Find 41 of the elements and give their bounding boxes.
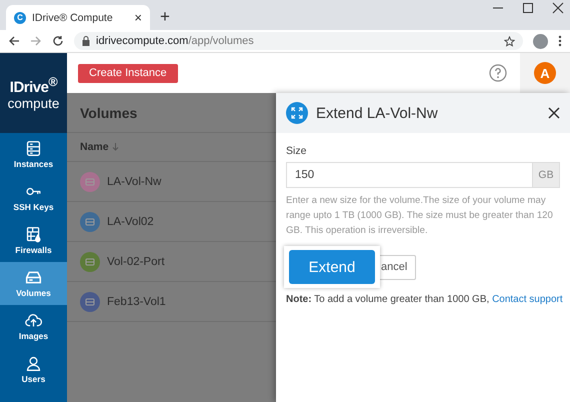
- close-icon[interactable]: [552, 2, 564, 14]
- logo-brand: IDrive$^{®}$: [10, 75, 58, 96]
- close-tab-button[interactable]: ×: [134, 10, 142, 25]
- browser-tab[interactable]: C IDrive® Compute ×: [6, 5, 150, 30]
- favicon: C: [14, 12, 26, 24]
- url-text: idrivecompute.com/app/volumes: [96, 35, 255, 47]
- create-instance-button[interactable]: Create Instance: [78, 64, 178, 82]
- sidebar-item[interactable]: Firewalls: [0, 219, 67, 262]
- help-text: Enter a new size for the volume.The size of your volume may range upto 1 TB (1000 GB). The size must be greater than 120 GB. This operation is irreversible.: [286, 194, 554, 238]
- sidebar-item[interactable]: Users: [0, 348, 67, 391]
- help-icon[interactable]: [489, 64, 507, 82]
- sidebar-item[interactable]: Volumes: [0, 262, 67, 305]
- cancel-button[interactable]: ancel: [380, 254, 416, 280]
- firewall-icon: [25, 226, 42, 243]
- sidebar-item[interactable]: Images: [0, 305, 67, 348]
- close-button[interactable]: [548, 107, 560, 119]
- extend-button[interactable]: Extend: [289, 250, 375, 284]
- profile-avatar[interactable]: [533, 34, 548, 48]
- expand-icon: [286, 102, 308, 124]
- field-label: Size: [286, 145, 308, 157]
- contact-support-link[interactable]: Contact support: [492, 294, 563, 305]
- lock-icon: [82, 36, 90, 46]
- reload-icon[interactable]: [52, 35, 64, 47]
- user-icon: [25, 355, 42, 372]
- unit-suffix: GB: [532, 162, 560, 188]
- maximize-icon[interactable]: [522, 2, 534, 14]
- new-tab-button[interactable]: +: [160, 7, 170, 27]
- tab-title: IDrive® Compute: [32, 12, 114, 24]
- drive-icon: [25, 269, 42, 286]
- back-icon[interactable]: [8, 35, 20, 47]
- size-input[interactable]: 150: [286, 162, 532, 188]
- star-icon[interactable]: [504, 36, 515, 46]
- panel-title: Extend LA-Vol-Nw: [316, 104, 439, 122]
- sidebar-item[interactable]: Instances: [0, 133, 67, 176]
- logo-product: compute: [8, 96, 60, 111]
- cloud-upload-icon: [25, 312, 42, 329]
- page-title: Volumes: [80, 104, 138, 120]
- sidebar-item[interactable]: SSH Keys: [0, 176, 67, 219]
- address-bar[interactable]: idrivecompute.com/app/volumes: [74, 32, 523, 50]
- server-icon: [25, 140, 42, 157]
- menu-icon[interactable]: [558, 35, 562, 47]
